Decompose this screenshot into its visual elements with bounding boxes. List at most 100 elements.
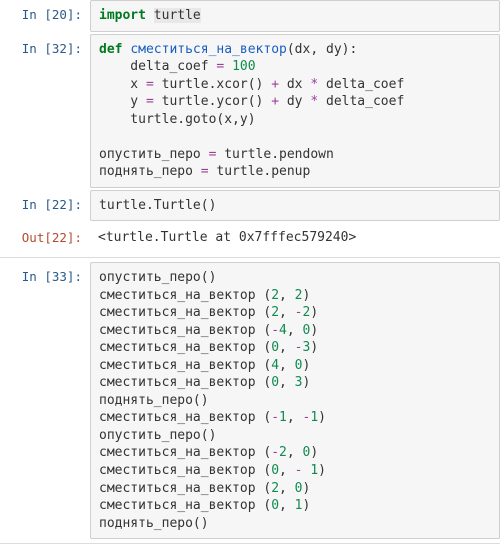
num-token: 0 [295, 358, 303, 373]
fn-token: сместиться_на_вектор [130, 42, 287, 57]
code-area[interactable]: import turtle [90, 0, 500, 32]
code-token: поднять_перо() [99, 393, 209, 408]
code-token: ) [303, 481, 311, 496]
code-token: , [279, 463, 295, 478]
num-token: 2 [271, 288, 279, 303]
code-token: ) [310, 445, 318, 460]
code-token: сместиться_на_вектор ( [99, 340, 271, 355]
code-token: turtle.xcor() [162, 77, 272, 92]
input-prompt: In [33]: [0, 262, 90, 539]
input-prompt: In [22]: [0, 190, 90, 222]
sel-token: turtle [154, 8, 201, 23]
num-token: 1 [295, 498, 303, 513]
num-token: 2 [295, 288, 303, 303]
op-token: + [271, 94, 287, 109]
code-token: ) [303, 288, 311, 303]
code-token: сместиться_на_вектор ( [99, 463, 271, 478]
op-token: = [216, 59, 232, 74]
num-token: 2 [271, 305, 279, 320]
code-token: y [99, 94, 146, 109]
op-token: = [209, 147, 225, 162]
code-token: delta_coef [99, 59, 216, 74]
code-cell: In [22]:turtle.Turtle() [0, 190, 500, 222]
code-token: (dx, dy): [287, 42, 357, 57]
op-token: = [146, 94, 162, 109]
num-token: 0 [295, 481, 303, 496]
code-token: ) [303, 375, 311, 390]
num-token: 0 [271, 340, 279, 355]
code-token: delta_coef [326, 77, 404, 92]
code-token: сместиться_на_вектор ( [99, 305, 271, 320]
code-cell: In [33]:опустить_перо() сместиться_на_ве… [0, 262, 500, 539]
op-token: * [310, 94, 326, 109]
code-token: delta_coef [326, 94, 404, 109]
code-token: turtle.ycor() [162, 94, 272, 109]
input-prompt: In [20]: [0, 0, 90, 32]
code-token: опустить_перо() [99, 270, 216, 285]
output-cell: Out[22]:<turtle.Turtle at 0x7fffec579240… [0, 223, 500, 253]
code-area[interactable]: turtle.Turtle() [90, 190, 500, 222]
code-token: , [279, 375, 295, 390]
op-token: = [146, 77, 162, 92]
code-token: поднять_перо [99, 164, 201, 179]
op-token: - [271, 445, 279, 460]
num-token: 1 [279, 410, 287, 425]
op-token: - [295, 305, 303, 320]
code-token: сместиться_на_вектор ( [99, 288, 271, 303]
num-token: 0 [271, 463, 279, 478]
code-token: ) [318, 410, 326, 425]
input-prompt: In [32]: [0, 34, 90, 188]
code-token: ) [310, 340, 318, 355]
code-token: dy [287, 94, 310, 109]
num-token: 1 [310, 410, 318, 425]
code-cell: In [20]:import turtle [0, 0, 500, 32]
code-token: сместиться_на_вектор ( [99, 481, 271, 496]
op-token: * [310, 77, 326, 92]
code-token: ) [310, 323, 318, 338]
cell-separator [0, 257, 500, 258]
code-token: , [287, 323, 303, 338]
code-area[interactable]: def сместиться_на_вектор(dx, dy): delta_… [90, 34, 500, 188]
notebook-root: In [20]:import turtleIn [32]:def сместит… [0, 0, 500, 544]
code-token: опустить_перо [99, 147, 209, 162]
op-token: - [295, 463, 311, 478]
code-token: turtle.goto(x,y) [99, 112, 256, 127]
code-token: сместиться_на_вектор ( [99, 445, 271, 460]
num-token: 100 [232, 59, 255, 74]
code-token: , [279, 288, 295, 303]
code-token: сместиться_на_вектор ( [99, 358, 271, 373]
code-token: turtle.pendown [224, 147, 334, 162]
code-token: сместиться_на_вектор ( [99, 498, 271, 513]
op-token: - [271, 410, 279, 425]
code-token: ) [310, 305, 318, 320]
code-token: dx [287, 77, 310, 92]
code-token: ) [303, 498, 311, 513]
code-token: сместиться_на_вектор ( [99, 375, 271, 390]
code-token: ) [318, 463, 326, 478]
num-token: 4 [271, 358, 279, 373]
code-token: , [279, 340, 295, 355]
op-token: + [271, 77, 287, 92]
kw-token: import [99, 8, 154, 23]
num-token: 3 [295, 375, 303, 390]
op-token: = [201, 164, 217, 179]
code-token: , [279, 305, 295, 320]
num-token: 1 [310, 463, 318, 478]
output-prompt: Out[22]: [0, 223, 90, 253]
op-token: - [271, 323, 279, 338]
code-token: turtle.penup [216, 164, 310, 179]
kw-token: def [99, 42, 130, 57]
code-token: сместиться_на_вектор ( [99, 323, 271, 338]
code-token: , [279, 358, 295, 373]
op-token: - [295, 340, 303, 355]
num-token: 2 [271, 481, 279, 496]
cell-separator [0, 543, 500, 544]
code-token: сместиться_на_вектор ( [99, 410, 271, 425]
output-area: <turtle.Turtle at 0x7fffec579240> [90, 223, 500, 253]
code-token: , [279, 481, 295, 496]
num-token: 0 [271, 375, 279, 390]
code-token: опустить_перо() [99, 428, 216, 443]
code-token: x [99, 77, 146, 92]
code-area[interactable]: опустить_перо() сместиться_на_вектор (2,… [90, 262, 500, 539]
code-token: , [287, 445, 303, 460]
